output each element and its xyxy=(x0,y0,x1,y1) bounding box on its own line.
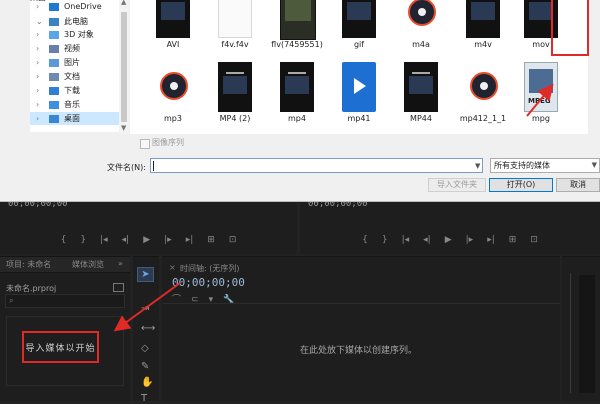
arrow-to-import-hint xyxy=(113,282,181,332)
annotation-arrows xyxy=(113,83,554,332)
arrow-to-mpg-file xyxy=(526,83,554,117)
